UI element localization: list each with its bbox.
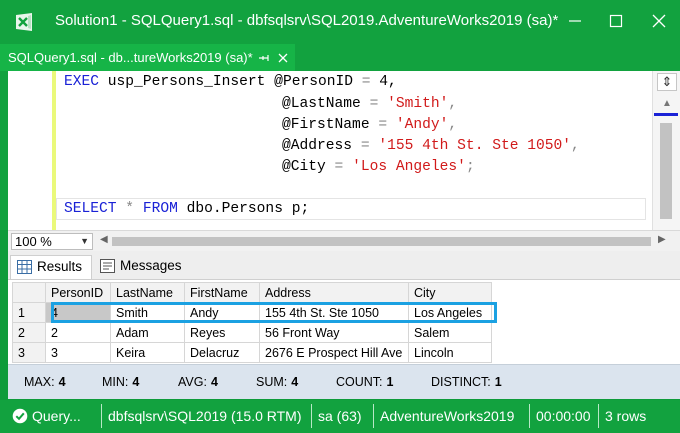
zoom-bar: 100 % ▼ ◀ ▶ [8,230,680,251]
table-row[interactable]: 1 4 Smith Andy 155 4th St. Ste 1050 Los … [12,302,492,323]
grid-cell-selected[interactable]: 4 [45,302,111,323]
code-line-1: EXEC usp_Persons_Insert @PersonID = 4, [64,74,397,90]
status-separator [311,404,312,428]
close-icon[interactable] [277,52,289,64]
table-row[interactable]: 3 3 Keira Delacruz 2676 E Prospect Hill … [12,342,492,363]
status-server: dbfsqlsrv\SQL2019 (15.0 RTM) [108,408,302,424]
grid-cell[interactable]: 3 [45,342,111,363]
grid-cell[interactable]: Keira [110,342,185,363]
grid-header-row: PersonID LastName FirstName Address City [12,282,492,303]
row-header-corner[interactable] [12,282,46,303]
status-separator [529,404,530,428]
status-separator [598,404,599,428]
agg-sum: SUM: 4 [256,375,299,389]
row-number[interactable]: 3 [12,342,46,363]
column-header[interactable]: PersonID [45,282,111,303]
close-icon[interactable] [644,6,674,36]
horizontal-scroll-thumb[interactable] [112,237,651,246]
document-tab-strip: SQLQuery1.sql - db...tureWorks2019 (sa)* [0,44,680,71]
grid-cell[interactable]: 2 [45,322,111,343]
window-title: Solution1 - SQLQuery1.sql - dbfsqlsrv\SQ… [55,12,559,29]
grid-cell[interactable]: Andy [184,302,260,323]
column-header[interactable]: LastName [110,282,185,303]
zoom-value: 100 % [15,234,52,249]
grid-cell[interactable]: 155 4th St. Ste 1050 [259,302,409,323]
grid-cell[interactable]: 56 Front Way [259,322,409,343]
messages-icon [100,259,115,273]
agg-avg: AVG: 4 [178,375,218,389]
pin-icon[interactable] [258,52,271,64]
maximize-icon[interactable] [601,6,631,36]
status-elapsed-time: 00:00:00 [536,408,591,424]
tab-results[interactable]: Results [10,255,92,279]
editor-gutter [8,71,52,230]
column-header[interactable]: Address [259,282,409,303]
chevron-down-icon: ▼ [80,236,89,246]
row-number[interactable]: 1 [12,302,46,323]
title-bar: Solution1 - SQLQuery1.sql - dbfsqlsrv\SQ… [0,0,680,44]
results-table: PersonID LastName FirstName Address City… [12,282,492,363]
tab-messages-label: Messages [120,258,182,273]
zoom-select[interactable]: 100 % ▼ [11,233,93,250]
status-user: sa (63) [318,408,362,424]
grid-cell[interactable]: Smith [110,302,185,323]
scroll-right-icon[interactable]: ▶ [658,234,666,245]
code-line-2: @LastName = 'Smith', [282,96,458,112]
agg-min: MIN: 4 [102,375,140,389]
query-editor[interactable]: EXEC usp_Persons_Insert @PersonID = 4, @… [0,71,680,230]
status-separator [101,404,102,428]
status-row-count: 3 rows [605,408,647,424]
status-database: AdventureWorks2019 [380,408,515,424]
grid-cell[interactable]: Adam [110,322,185,343]
column-header[interactable]: City [408,282,492,303]
code-line-3: @FirstName = 'Andy', [282,117,458,133]
grid-cell[interactable]: Salem [408,322,492,343]
aggregates-bar: MAX: 4 MIN: 4 AVG: 4 SUM: 4 COUNT: 1 DISTINCT… [8,364,680,399]
results-tab-strip: Results Messages [8,251,680,279]
status-query: Query... [32,408,81,424]
code-line-6: SELECT * FROM dbo.Persons p; [64,201,310,217]
row-number[interactable]: 2 [12,322,46,343]
scroll-up-icon[interactable]: ▲ [660,98,674,110]
check-circle-icon [12,408,28,424]
grid-icon [17,260,32,274]
agg-max: MAX: 4 [24,375,66,389]
code-line-4: @Address = '155 4th St. Ste 1050', [282,138,580,154]
agg-distinct: DISTINCT: 1 [431,375,502,389]
grid-cell[interactable]: Los Angeles [408,302,492,323]
tab-results-label: Results [37,259,83,274]
grid-cell[interactable]: 2676 E Prospect Hill Ave [259,342,409,363]
tab-label: SQLQuery1.sql - db...tureWorks2019 (sa)* [8,50,253,65]
minimize-icon[interactable] [560,6,590,36]
grid-cell[interactable]: Lincoln [408,342,492,363]
split-editor-icon[interactable]: ⇕ [657,73,677,91]
grid-cell[interactable]: Reyes [184,322,260,343]
editor-vertical-scrollbar[interactable]: ⇕ ▲ [652,71,680,230]
grid-cell[interactable]: Delacruz [184,342,260,363]
status-bar: Query... dbfsqlsrv\SQL2019 (15.0 RTM) sa… [0,400,680,433]
tab-sqlquery1[interactable]: SQLQuery1.sql - db...tureWorks2019 (sa)* [0,44,295,71]
tab-messages[interactable]: Messages [94,255,194,279]
status-separator [373,404,374,428]
caret-position-marker [654,113,678,116]
scroll-left-icon[interactable]: ◀ [100,234,108,245]
column-header[interactable]: FirstName [184,282,260,303]
vertical-scroll-thumb[interactable] [660,123,672,219]
visual-studio-icon [16,13,32,31]
code-line-5: @City = 'Los Angeles'; [282,159,475,175]
table-row[interactable]: 2 2 Adam Reyes 56 Front Way Salem [12,322,492,343]
agg-count: COUNT: 1 [336,375,394,389]
results-grid[interactable]: PersonID LastName FirstName Address City… [8,279,680,364]
